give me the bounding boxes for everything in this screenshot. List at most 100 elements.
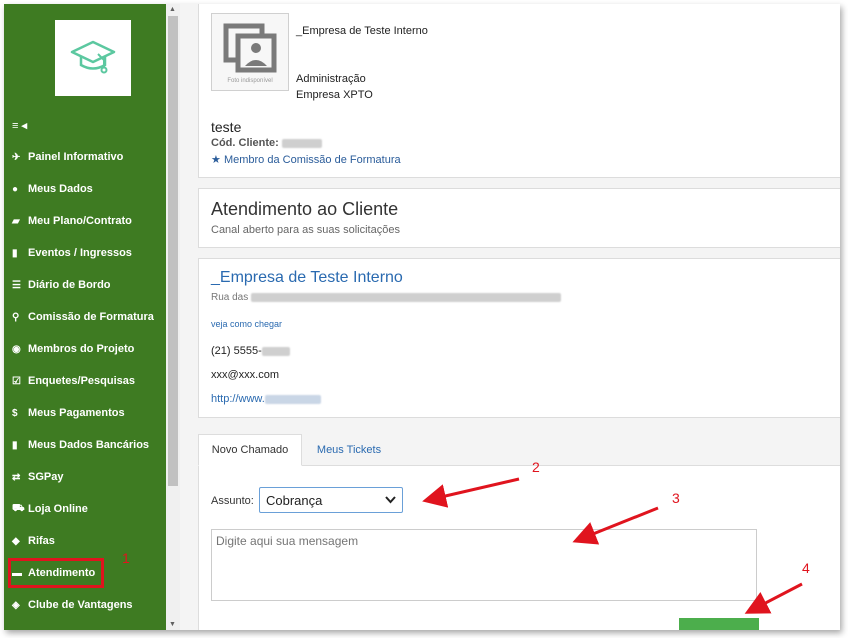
profile-photo: Foto indisponível [211, 13, 289, 91]
star-icon: ★ [211, 154, 221, 166]
annotation-number-2: 2 [532, 459, 540, 475]
scroll-up-arrow-icon[interactable]: ▲ [169, 6, 176, 13]
profile-role: Administração [296, 73, 366, 85]
tab-novo-chamado[interactable]: Novo Chamado [198, 434, 302, 466]
map-link[interactable]: veja como chegar [211, 319, 282, 329]
sidebar-item-meus-dados[interactable]: ● Meus Dados [4, 173, 166, 205]
profile-company: _Empresa de Teste Interno [296, 25, 428, 37]
company-email: xxx@xxx.com [211, 369, 280, 381]
annotation-number-1: 1 [122, 550, 130, 566]
scroll-thumb[interactable] [168, 16, 178, 486]
sidebar-item-meu-plano[interactable]: ▰ Meu Plano/Contrato [4, 205, 166, 237]
folder-icon: ▰ [12, 215, 20, 227]
subject-label: Assunto: [211, 495, 254, 507]
chat-icon: ▬ [12, 567, 22, 579]
chevron-down-icon [385, 494, 396, 508]
graduation-cap-logo-icon [70, 40, 116, 74]
client-name: teste [211, 119, 242, 135]
redacted-value [281, 138, 322, 148]
tickets-panel: Novo Chamado Meus Tickets Assunto: Cobra… [198, 434, 840, 630]
ticket-icon: ▮ [12, 247, 18, 259]
address-prefix: Rua das [211, 292, 249, 303]
sidebar-item-painel-informativo[interactable]: ✈ Painel Informativo [4, 141, 166, 173]
exchange-icon: ⇄ [12, 471, 21, 483]
site-prefix: http://www. [211, 393, 265, 405]
link-icon: ⚲ [12, 311, 20, 323]
company-phone: (21) 5555- [211, 345, 290, 357]
company-address: Rua das [211, 292, 562, 303]
sidebar-item-loja-online[interactable]: ⛟ Loja Online [4, 493, 166, 525]
service-title: Atendimento ao Cliente [211, 199, 399, 219]
profile-panel: Foto indisponível _Empresa de Teste Inte… [198, 4, 840, 178]
sidebar-item-label: Clube de Vantagens [28, 599, 133, 611]
service-panel: Atendimento ao Cliente Canal aberto para… [198, 188, 840, 248]
redacted-phone [261, 346, 290, 356]
list-icon: ☰ [12, 279, 21, 291]
company-name-link[interactable]: _Empresa de Teste Interno [211, 269, 403, 287]
sidebar-item-comissao[interactable]: ⚲ Comissão de Formatura [4, 301, 166, 333]
bank-icon: ▮ [12, 439, 18, 451]
subject-select[interactable]: Cobrança [259, 487, 403, 513]
send-button[interactable] [679, 618, 759, 630]
tab-meus-tickets[interactable]: Meus Tickets [304, 434, 394, 466]
sidebar-item-label: SGPay [28, 471, 64, 483]
phone-prefix: (21) 5555- [211, 345, 262, 357]
piggy-icon: ◆ [12, 535, 20, 547]
sidebar-item-diario-de-bordo[interactable]: ☰ Diário de Bordo [4, 269, 166, 301]
sidebar-item-sgpay[interactable]: ⇄ SGPay [4, 461, 166, 493]
logo[interactable] [55, 20, 131, 96]
cart-icon: ⛟ [12, 502, 25, 514]
photo-caption: Foto indisponível [227, 78, 273, 84]
main-content: Foto indisponível _Empresa de Teste Inte… [180, 4, 840, 630]
user-icon: ● [12, 183, 19, 195]
menu-toggle-button[interactable]: ≡ ◂ [12, 119, 27, 132]
redacted-site [264, 394, 321, 404]
sidebar-item-label: Atendimento [28, 567, 96, 579]
annotation-number-4: 4 [802, 560, 810, 576]
sidebar-scrollbar[interactable]: ▲ ▼ [166, 4, 180, 630]
sidebar-item-label: Diário de Bordo [28, 279, 111, 291]
sidebar-item-label: Painel Informativo [28, 151, 124, 163]
globe-icon: ◉ [12, 343, 21, 355]
sidebar-item-rifas[interactable]: ◆ Rifas [4, 525, 166, 557]
sidebar-item-pagamentos[interactable]: $ Meus Pagamentos [4, 397, 166, 429]
dollar-icon: $ [12, 407, 18, 419]
sidebar-item-eventos[interactable]: ▮ Eventos / Ingressos [4, 237, 166, 269]
client-code-label: Cód. Cliente: [211, 137, 279, 149]
company-site-link[interactable]: http://www. [211, 393, 321, 405]
sidebar-item-label: Meus Dados Bancários [28, 439, 150, 451]
sidebar-nav: ✈ Painel Informativo ● Meus Dados ▰ Meu Pla… [4, 141, 166, 621]
profile-org: Empresa XPTO [296, 89, 373, 101]
checkbox-icon: ☑ [12, 375, 21, 387]
subject-value: Cobrança [266, 492, 323, 508]
pin-icon: ✈ [12, 151, 21, 163]
sidebar-item-membros[interactable]: ◉ Membros do Projeto [4, 333, 166, 365]
sidebar-item-label: Membros do Projeto [28, 343, 135, 355]
service-subtitle: Canal aberto para as suas solicitações [211, 224, 400, 236]
annotation-number-3: 3 [672, 490, 680, 506]
company-panel: _Empresa de Teste Interno Rua das veja c… [198, 258, 840, 418]
sidebar-item-label: Rifas [28, 535, 55, 547]
sidebar-item-label: Enquetes/Pesquisas [28, 375, 135, 387]
tab-bar: Novo Chamado Meus Tickets [198, 434, 840, 466]
redacted-address [251, 292, 562, 302]
sidebar-item-clube-vantagens[interactable]: ◈ Clube de Vantagens [4, 589, 166, 621]
sidebar-item-label: Meus Pagamentos [28, 407, 125, 419]
message-textarea[interactable] [211, 529, 757, 601]
member-badge: ★ Membro da Comissão de Formatura [211, 153, 401, 166]
sidebar-item-enquetes[interactable]: ☑ Enquetes/Pesquisas [4, 365, 166, 397]
tab-body: Assunto: Cobrança [198, 466, 840, 630]
sidebar-item-atendimento[interactable]: ▬ Atendimento [8, 558, 104, 588]
photo-placeholder-icon [223, 23, 277, 73]
member-label: Membro da Comissão de Formatura [223, 154, 401, 166]
app-window: ≡ ◂ ✈ Painel Informativo ● Meus Dados ▰ Meu… [4, 4, 840, 630]
sidebar-item-dados-bancarios[interactable]: ▮ Meus Dados Bancários [4, 429, 166, 461]
sidebar-item-label: Meus Dados [28, 183, 93, 195]
client-code: Cód. Cliente: [211, 137, 322, 149]
sidebar-item-label: Loja Online [28, 503, 88, 515]
scroll-down-arrow-icon[interactable]: ▼ [169, 621, 176, 628]
sidebar-item-label: Comissão de Formatura [28, 311, 154, 323]
sidebar-item-label: Eventos / Ingressos [28, 247, 132, 259]
tag-icon: ◈ [12, 599, 20, 611]
sidebar: ≡ ◂ ✈ Painel Informativo ● Meus Dados ▰ Meu… [4, 4, 166, 630]
